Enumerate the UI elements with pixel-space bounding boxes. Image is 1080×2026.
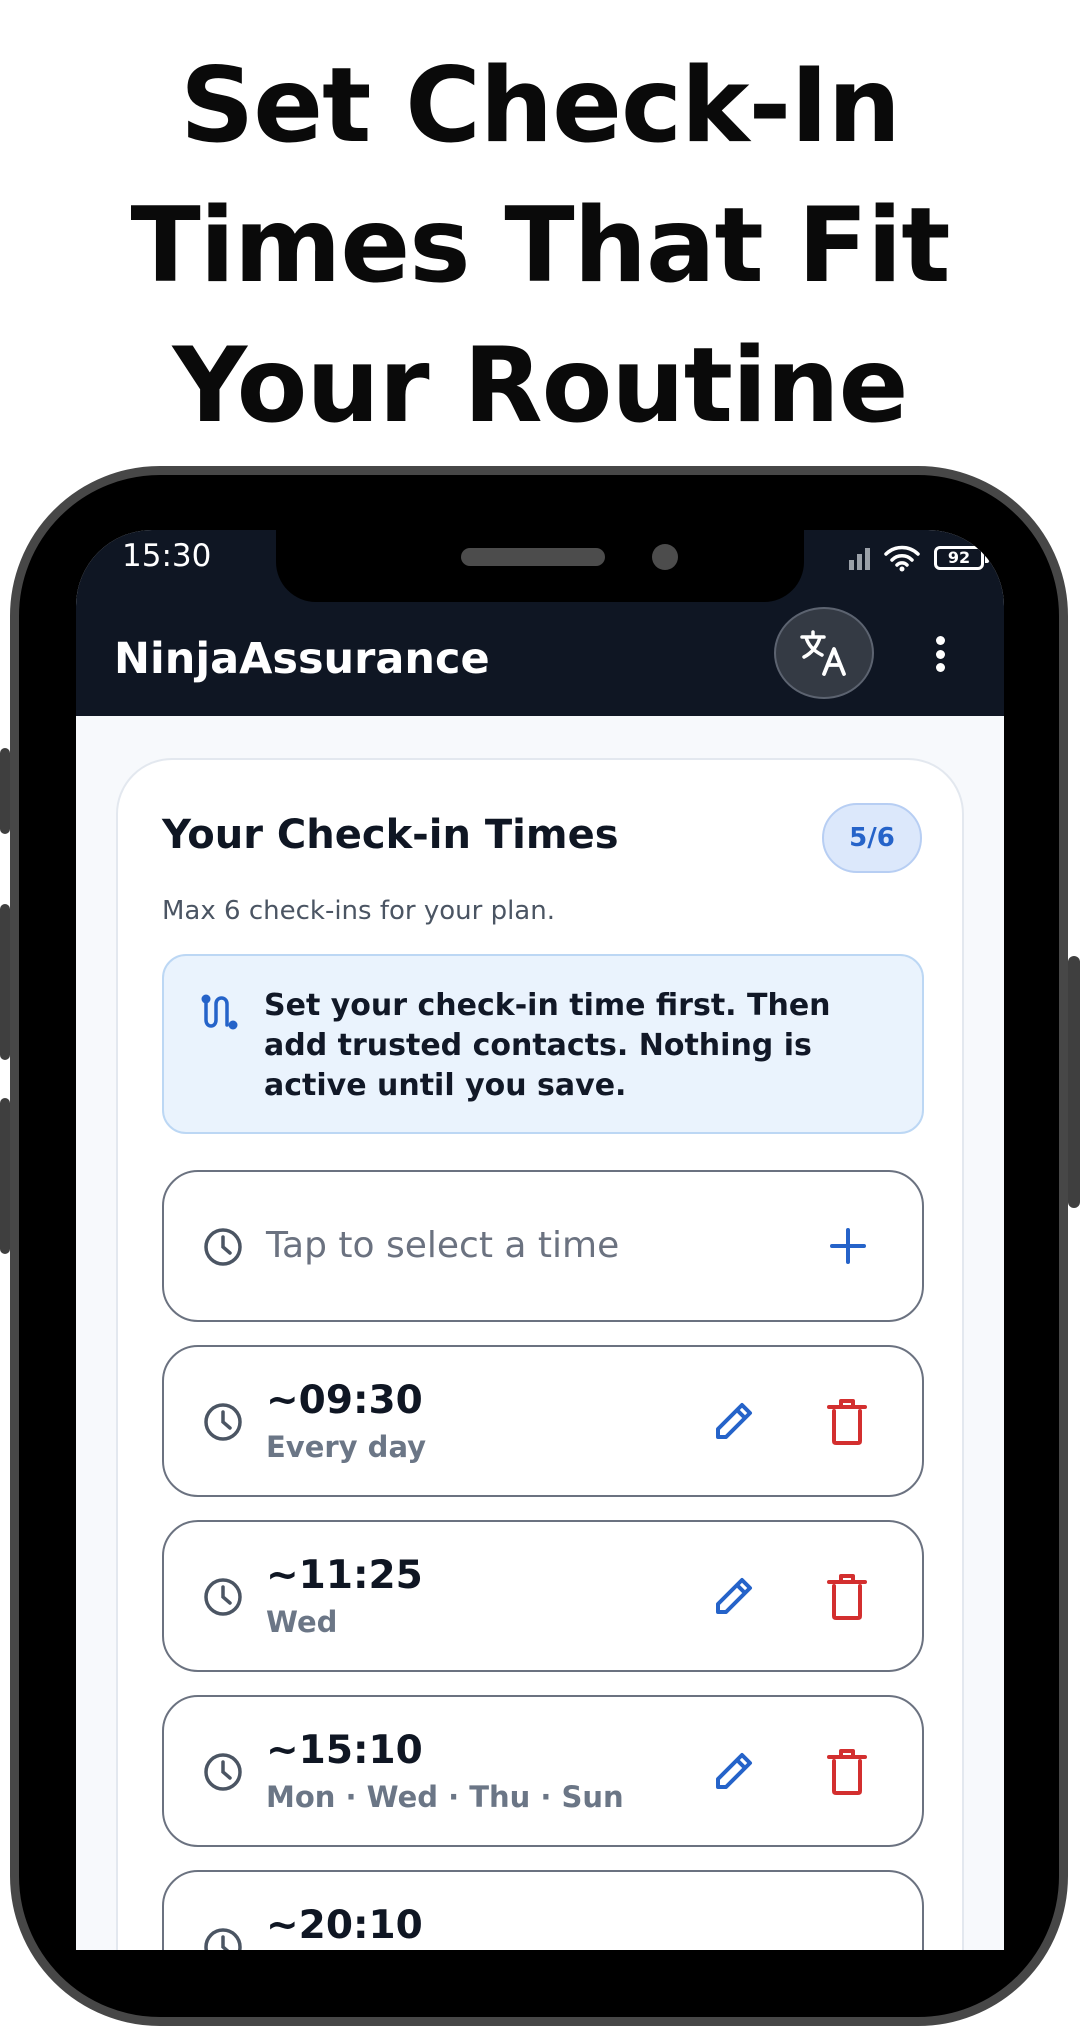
phone-side-button-left-3 — [0, 1098, 10, 1254]
checkin-time: ~11:25 — [266, 1553, 423, 1598]
wifi-icon — [884, 545, 920, 572]
menu-dot — [935, 663, 945, 672]
promo-line-3: Your Routine — [172, 326, 908, 446]
promo-headline: Set Check-In Times That Fit Your Routine — [0, 36, 1080, 456]
translate-icon — [800, 630, 846, 676]
edit-icon[interactable] — [710, 1747, 758, 1795]
phone-screen: 15:30 92 NinjaAssurance Your Check-in Ti… — [76, 530, 1004, 1950]
translate-button[interactable] — [774, 607, 874, 699]
delete-icon[interactable] — [824, 1747, 870, 1797]
info-banner: Set your check-in time first. Then add t… — [162, 954, 924, 1134]
status-time: 15:30 — [122, 538, 212, 574]
checkin-time: ~20:10 — [266, 1903, 423, 1948]
checkin-card: Your Check-in Times 5/6 Max 6 check-ins … — [116, 758, 964, 1950]
status-icons: 92 — [849, 544, 989, 572]
app-bar: NinjaAssurance — [76, 602, 1004, 716]
edit-icon[interactable] — [710, 1397, 758, 1445]
checkin-days: Mon · Wed · Thu · Sun — [266, 1780, 624, 1814]
delete-icon[interactable] — [824, 1397, 870, 1447]
add-icon[interactable] — [826, 1224, 870, 1268]
promo-line-1: Set Check-In — [180, 46, 901, 166]
clock-icon — [204, 1228, 242, 1266]
add-time-row[interactable]: Tap to select a time — [162, 1170, 924, 1322]
route-icon — [201, 994, 238, 1030]
clock-icon — [204, 1578, 242, 1616]
signal-icon — [849, 546, 870, 570]
more-menu-button[interactable] — [928, 630, 952, 678]
checkin-entry[interactable]: ~09:30 Every day — [162, 1345, 924, 1497]
checkin-days: Wed — [266, 1605, 338, 1639]
app-title: NinjaAssurance — [114, 634, 490, 684]
promo-line-2: Times That Fit — [130, 186, 950, 306]
delete-icon[interactable] — [824, 1572, 870, 1622]
speaker-grille — [461, 548, 605, 566]
phone-side-button-left-1 — [0, 748, 10, 834]
camera-notch — [276, 530, 804, 602]
battery-icon: 92 — [934, 546, 989, 570]
checkin-count-badge: 5/6 — [822, 803, 922, 873]
phone-side-button-left-2 — [0, 904, 10, 1060]
edit-icon[interactable] — [710, 1572, 758, 1620]
clock-icon — [204, 1928, 242, 1950]
checkin-entry[interactable]: ~15:10 Mon · Wed · Thu · Sun — [162, 1695, 924, 1847]
clock-icon — [204, 1403, 242, 1441]
checkin-entry[interactable]: ~20:10 — [162, 1870, 924, 1950]
menu-dot — [935, 636, 945, 645]
status-bar: 15:30 92 — [76, 530, 1004, 602]
checkin-entry[interactable]: ~11:25 Wed — [162, 1520, 924, 1672]
checkin-days: Every day — [266, 1430, 427, 1464]
card-title: Your Check-in Times — [162, 812, 619, 858]
clock-icon — [204, 1753, 242, 1791]
plan-limit-text: Max 6 check-ins for your plan. — [162, 896, 555, 926]
front-camera — [652, 544, 678, 570]
add-time-placeholder: Tap to select a time — [266, 1225, 620, 1266]
checkin-time: ~15:10 — [266, 1728, 423, 1773]
phone-side-button-right — [1068, 956, 1080, 1208]
checkin-time: ~09:30 — [266, 1378, 423, 1423]
info-banner-text: Set your check-in time first. Then add t… — [264, 988, 831, 1103]
menu-dot — [935, 649, 945, 659]
